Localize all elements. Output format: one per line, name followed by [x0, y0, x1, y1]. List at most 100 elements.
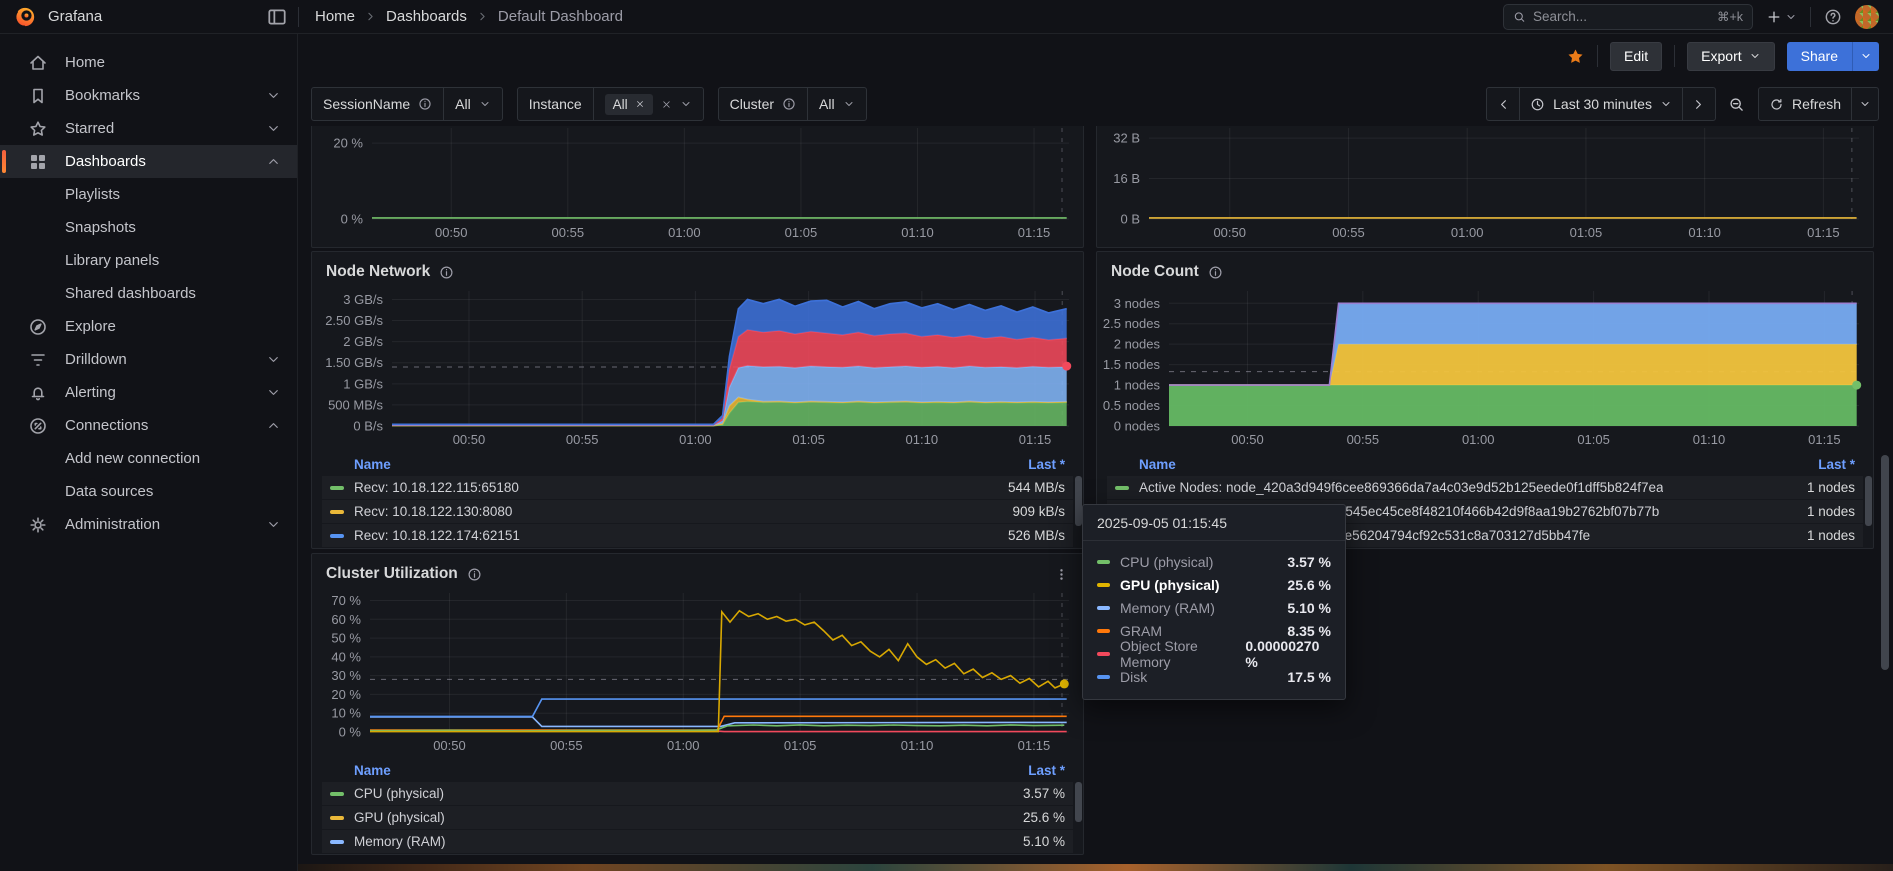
search-box[interactable]: ⌘+k [1503, 3, 1753, 30]
sidebar-item[interactable]: Data sources [0, 475, 297, 508]
legend-name-header[interactable]: Name [1139, 457, 1176, 472]
filter-instance-value[interactable]: All [592, 87, 704, 121]
sidebar-item-chevron-icon[interactable] [266, 484, 281, 499]
sidebar-item[interactable]: Explore [0, 310, 297, 343]
breadcrumb-dashboards[interactable]: Dashboards [386, 8, 467, 25]
sidebar-toggle-icon[interactable] [266, 6, 288, 28]
user-avatar[interactable] [1855, 4, 1879, 29]
tooltip-timestamp: 2025-09-05 01:15:45 [1083, 505, 1345, 541]
sidebar-item[interactable]: Shared dashboards [0, 277, 297, 310]
sidebar-item-chevron-icon[interactable] [266, 352, 281, 367]
refresh-interval-button[interactable] [1851, 87, 1879, 121]
sidebar-item-chevron-icon[interactable] [266, 319, 281, 334]
help-icon[interactable] [1824, 8, 1842, 26]
sidebar-item[interactable]: Snapshots [0, 211, 297, 244]
panel-title[interactable]: Node Count [1111, 263, 1199, 281]
info-icon[interactable] [418, 97, 432, 111]
sidebar-item-chevron-icon[interactable] [266, 55, 281, 70]
legend-row[interactable]: Recv: 10.18.122.174:62151 526 MB/s [322, 524, 1073, 547]
legend-row[interactable]: Active Nodes: node_420a3d949f6cee869366d… [1107, 476, 1863, 499]
sidebar-item-label: Library panels [65, 252, 160, 269]
svg-text:01:05: 01:05 [792, 432, 825, 447]
search-input[interactable] [1532, 9, 1710, 24]
sidebar-item[interactable]: Playlists [0, 178, 297, 211]
series-name: Disk [1120, 668, 1148, 685]
new-button[interactable] [1766, 9, 1797, 25]
edit-button[interactable]: Edit [1610, 41, 1663, 71]
refresh-button[interactable]: Refresh [1757, 87, 1852, 121]
filter-sessionname-value[interactable]: All [443, 87, 503, 121]
chevron-down-icon [1859, 98, 1871, 110]
legend-scrollbar[interactable] [1865, 476, 1872, 526]
sidebar-item-chevron-icon[interactable] [266, 154, 281, 169]
legend-last-header[interactable]: Last * [1028, 457, 1065, 472]
legend-row[interactable]: Memory (RAM) 5.10 % [322, 830, 1073, 853]
partial-right-chart[interactable]: 32 B 16 B 0 B 00:50 00:55 01:00 01:05 01:10 01:1… [1097, 126, 1873, 247]
legend-last-header[interactable]: Last * [1028, 763, 1065, 778]
export-label: Export [1701, 48, 1742, 64]
legend-row[interactable]: Recv: 10.18.122.130:8080 909 kB/s [322, 500, 1073, 523]
sidebar-item[interactable]: Dashboards [0, 145, 297, 178]
partial-left-chart[interactable]: 20 % 0 % 00:50 00:55 01:00 01:05 01:10 01:15 [312, 126, 1083, 247]
panel-menu-icon[interactable] [1054, 567, 1069, 582]
sidebar-item-chevron-icon[interactable] [266, 451, 281, 466]
panel-title[interactable]: Node Network [326, 263, 430, 281]
chevron-down-icon [1660, 98, 1672, 110]
info-icon[interactable] [782, 97, 796, 111]
legend-name-header[interactable]: Name [354, 763, 391, 778]
sidebar-item[interactable]: Library panels [0, 244, 297, 277]
breadcrumb-home[interactable]: Home [315, 8, 355, 25]
export-button[interactable]: Export [1687, 41, 1775, 71]
cluster-utilization-chart[interactable]: 70 % 60 % 50 % 40 % 30 % 20 % 10 % 0 % 00:50 00:5… [312, 585, 1083, 758]
sidebar-item-chevron-icon[interactable] [266, 286, 281, 301]
sidebar-item[interactable]: Starred [0, 112, 297, 145]
filter-cluster-value[interactable]: All [807, 87, 867, 121]
time-back-button[interactable] [1486, 87, 1521, 121]
dashboard-scrollbar[interactable] [1881, 126, 1889, 865]
share-menu-button[interactable] [1852, 41, 1879, 71]
close-icon[interactable] [635, 99, 645, 109]
sidebar-item[interactable]: Bookmarks [0, 79, 297, 112]
legend-last-header[interactable]: Last * [1818, 457, 1855, 472]
clear-filter-icon[interactable] [661, 99, 672, 110]
legend-scrollbar[interactable] [1075, 476, 1082, 526]
share-button[interactable]: Share [1786, 41, 1852, 71]
node-network-chart[interactable]: 3 GB/s 2.50 GB/s 2 GB/s 1.50 GB/s 1 GB/s 500 … [312, 283, 1083, 452]
legend-row[interactable]: GPU (physical) 25.6 % [322, 806, 1073, 829]
sidebar-item-chevron-icon[interactable] [266, 220, 281, 235]
sidebar-item-chevron-icon[interactable] [266, 187, 281, 202]
time-forward-button[interactable] [1681, 87, 1716, 121]
sidebar-item-chevron-icon[interactable] [266, 517, 281, 532]
navbar-right: ⌘+k [1503, 3, 1893, 30]
time-zoom-out-button[interactable] [1722, 87, 1752, 121]
sidebar-item[interactable]: Administration [0, 508, 297, 541]
series-last-value: 909 kB/s [1012, 504, 1065, 519]
sidebar-item-chevron-icon[interactable] [266, 385, 281, 400]
sidebar-item-chevron-icon[interactable] [266, 253, 281, 268]
sidebar-item-chevron-icon[interactable] [266, 418, 281, 433]
legend-row[interactable]: CPU (physical) 3.57 % [322, 782, 1073, 805]
node-count-chart[interactable]: 3 nodes 2.5 nodes 2 nodes 1.5 nodes 1 nodes 0… [1097, 283, 1873, 452]
legend-scrollbar[interactable] [1075, 782, 1082, 822]
sidebar-item[interactable]: Add new connection [0, 442, 297, 475]
sidebar-item-chevron-icon[interactable] [266, 121, 281, 136]
svg-text:00:55: 00:55 [1332, 225, 1365, 240]
sidebar-item[interactable]: Home [0, 46, 297, 79]
panel-title[interactable]: Cluster Utilization [326, 565, 458, 583]
legend-row[interactable]: Recv: 10.18.122.115:65180 544 MB/s [322, 476, 1073, 499]
grafana-logo-icon[interactable] [14, 6, 36, 28]
filter-instance-tag[interactable]: All [604, 93, 653, 115]
info-icon[interactable] [439, 265, 454, 280]
time-range-picker[interactable]: Last 30 minutes [1519, 87, 1683, 121]
sidebar-item[interactable]: Connections [0, 409, 297, 442]
sidebar-item[interactable]: Alerting [0, 376, 297, 409]
sidebar-item[interactable]: Drilldown [0, 343, 297, 376]
sidebar-item-chevron-icon[interactable] [266, 88, 281, 103]
favorite-star-icon[interactable] [1566, 47, 1585, 66]
svg-text:01:00: 01:00 [667, 738, 700, 753]
legend-name-header[interactable]: Name [354, 457, 391, 472]
info-icon[interactable] [467, 567, 482, 582]
scrollbar-thumb[interactable] [1881, 455, 1889, 670]
svg-text:0 %: 0 % [339, 725, 362, 740]
info-icon[interactable] [1208, 265, 1223, 280]
